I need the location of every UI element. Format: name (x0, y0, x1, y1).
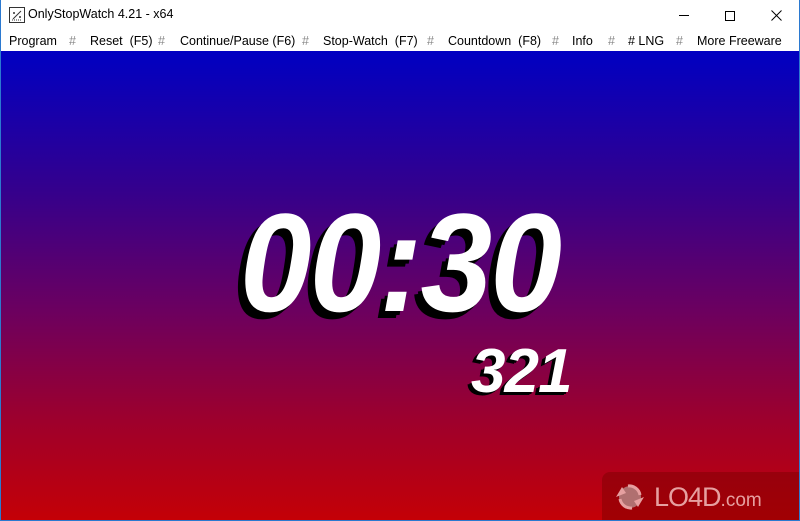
menu-separator: # (676, 34, 683, 48)
menu-countdown[interactable]: Countdown (F8) (448, 34, 541, 48)
window-title: OnlyStopWatch 4.21 - x64 (28, 7, 174, 21)
lo4d-watermark: LO4D.com (602, 472, 799, 520)
maximize-button[interactable] (707, 0, 753, 31)
app-window: OnlyStopWatch 4.21 - x64 Program # Reset… (0, 0, 800, 521)
close-button[interactable] (753, 0, 799, 31)
time-value: 00:30 (239, 184, 562, 341)
time-readout: 00:30 (1, 193, 799, 333)
menu-separator: # (608, 34, 615, 48)
menu-stop-watch[interactable]: Stop-Watch (F7) (323, 34, 418, 48)
menu-separator: # (69, 34, 76, 48)
lo4d-logo-icon (616, 484, 644, 510)
minimize-button[interactable] (661, 0, 707, 31)
menu-separator: # (552, 34, 559, 48)
menu-continue-pause[interactable]: Continue/Pause (F6) (180, 34, 295, 48)
menu-more-freeware[interactable]: More Freeware (697, 34, 782, 48)
menu-separator: # (302, 34, 309, 48)
close-icon (770, 10, 782, 21)
menu-separator: # (158, 34, 165, 48)
menu-program[interactable]: Program (9, 34, 57, 48)
watermark-text: LO4D.com (654, 482, 762, 513)
maximize-icon (725, 10, 735, 21)
watermark-suffix: .com (720, 490, 762, 511)
stopwatch-app-icon[interactable] (9, 7, 25, 23)
watermark-main: LO4D (654, 482, 722, 512)
milliseconds-readout: 321 (471, 337, 572, 406)
menu-reset[interactable]: Reset (F5) (90, 34, 153, 48)
menu-separator: # (427, 34, 434, 48)
menu-info[interactable]: Info (572, 34, 593, 48)
menu-bar: Program # Reset (F5) # Continue/Pause (F… (1, 31, 799, 51)
stopwatch-display: 00:30 321 LO4D.com (1, 51, 799, 520)
menu-language[interactable]: # LNG (628, 34, 664, 48)
minimize-icon (679, 15, 689, 16)
title-bar[interactable]: OnlyStopWatch 4.21 - x64 (1, 0, 799, 31)
